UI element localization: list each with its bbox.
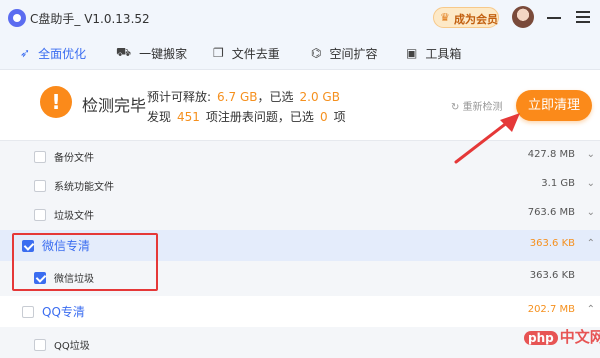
vip-label: 成为会员 — [454, 13, 498, 26]
group-label: QQ专清 — [42, 305, 85, 319]
chevron-down-icon[interactable]: ⌄ — [587, 207, 595, 218]
tab-dedupe[interactable]: ❐ 文件去重 — [213, 36, 280, 70]
item-checkbox[interactable] — [34, 180, 46, 192]
warning-icon: ! — [40, 86, 72, 118]
expand-icon: ⌬ — [311, 46, 322, 60]
minimize-icon[interactable] — [546, 9, 562, 25]
group-size: 202.7 MB — [527, 304, 575, 315]
rocket-icon: ➶ — [20, 46, 31, 60]
annotation-arrow-icon — [454, 113, 520, 164]
app-logo-icon — [8, 9, 26, 27]
chevron-up-icon[interactable]: ⌃ — [587, 238, 595, 249]
list-item[interactable]: QQ垃圾 — [22, 329, 600, 358]
item-size: 3.1 GB — [541, 178, 575, 189]
tab-space-expand[interactable]: ⌬ 空间扩容 — [311, 36, 378, 70]
title-bar: C盘助手_ V1.0.13.52 ♛ 成为会员 — [0, 0, 600, 36]
release-estimate: 预计可释放: 6.7 GB，已选 2.0 GB — [147, 90, 340, 104]
item-label: QQ垃圾 — [54, 341, 90, 352]
tab-bar: ➶ 全面优化 ⛟ 一键搬家 ❐ 文件去重 ⌬ 空间扩容 ▣ 工具箱 — [0, 36, 600, 70]
item-size: 427.8 MB — [527, 149, 575, 160]
tab-one-click-move[interactable]: ⛟ 一键搬家 — [116, 36, 187, 70]
registry-issues: 发现 451 项注册表问题，已选 0 项 — [147, 110, 346, 124]
status-title: 检测完毕 — [82, 96, 147, 115]
copy-icon: ❐ — [213, 46, 224, 60]
tab-toolbox[interactable]: ▣ 工具箱 — [406, 36, 461, 70]
group-checkbox[interactable] — [22, 306, 34, 318]
annotation-highlight-box — [12, 233, 158, 291]
tab-label: 空间扩容 — [329, 46, 378, 61]
tab-label: 工具箱 — [425, 46, 462, 61]
crown-icon: ♛ — [440, 11, 450, 24]
item-size: 763.6 MB — [527, 207, 575, 218]
chevron-down-icon[interactable]: ⌄ — [587, 149, 595, 160]
item-label: 垃圾文件 — [54, 211, 94, 222]
item-label: 备份文件 — [54, 153, 94, 164]
item-checkbox[interactable] — [34, 151, 46, 163]
chevron-down-icon[interactable]: ⌄ — [587, 178, 595, 189]
chevron-up-icon[interactable]: ⌃ — [587, 304, 595, 315]
avatar[interactable] — [512, 6, 534, 28]
item-size: 363.6 KB — [529, 270, 575, 281]
app-title: C盘助手_ V1.0.13.52 — [30, 12, 150, 26]
tab-label: 全面优化 — [38, 46, 87, 61]
group-row-qq[interactable]: QQ专清 202.7 MB ⌃ — [0, 296, 600, 327]
toolbox-icon: ▣ — [406, 46, 418, 60]
watermark: php 中文网 — [524, 326, 600, 347]
list-item[interactable]: 垃圾文件 763.6 MB ⌄ — [22, 199, 600, 230]
tab-label: 一键搬家 — [139, 46, 188, 61]
tab-label: 文件去重 — [231, 46, 280, 61]
item-checkbox[interactable] — [34, 209, 46, 221]
list-item[interactable]: 系统功能文件 3.1 GB ⌄ — [22, 170, 600, 201]
group-size: 363.6 KB — [529, 238, 575, 249]
become-vip-button[interactable]: ♛ 成为会员 — [433, 7, 499, 28]
item-label: 系统功能文件 — [54, 182, 114, 193]
menu-icon[interactable] — [575, 8, 591, 24]
truck-icon: ⛟ — [116, 45, 132, 59]
item-checkbox[interactable] — [34, 339, 46, 351]
tab-full-optimize[interactable]: ➶ 全面优化 — [20, 36, 86, 70]
